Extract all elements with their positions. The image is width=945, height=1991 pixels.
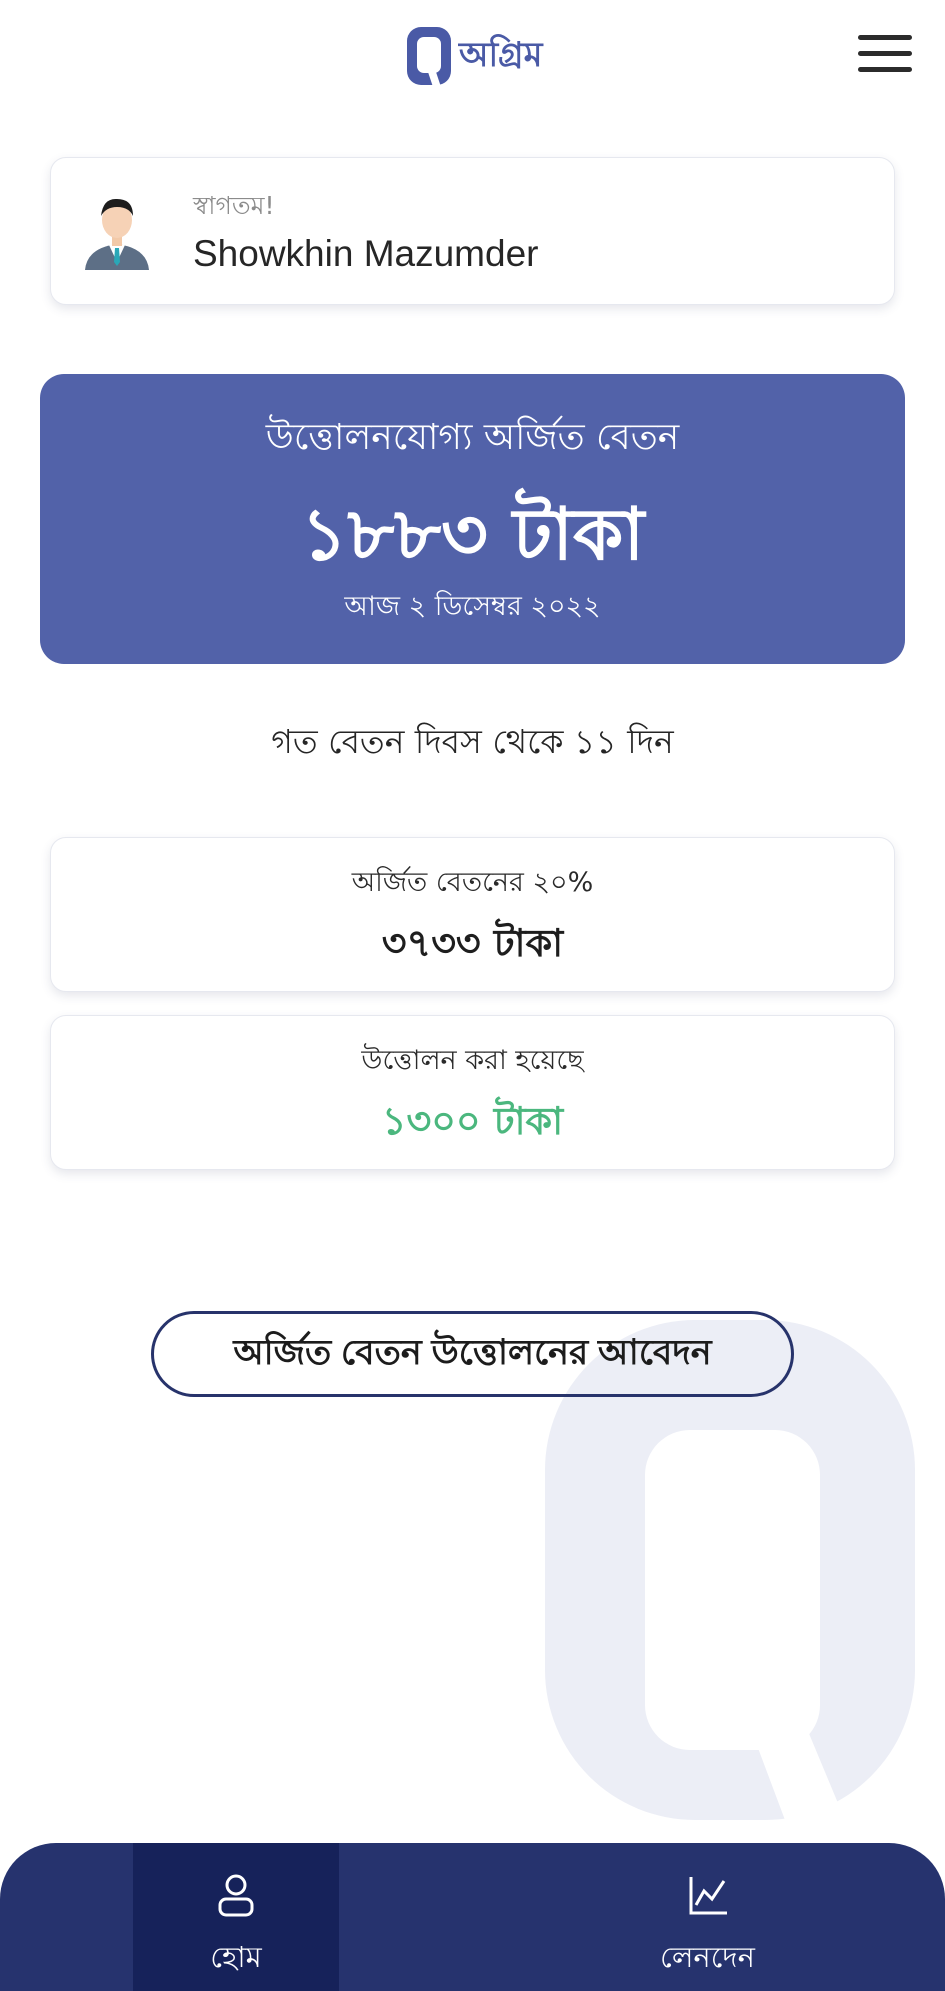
apply-withdrawal-button[interactable]: অর্জিত বেতন উত্তোলনের আবেদন	[151, 1311, 794, 1397]
stat-label: অর্জিত বেতনের ২০%	[351, 867, 594, 898]
stat-card-earned-percent: অর্জিত বেতনের ২০% ৩৭৩৩ টাকা	[50, 837, 895, 992]
stat-card-withdrawn: উত্তোলন করা হয়েছে ১৩০০ টাকা	[50, 1015, 895, 1170]
hamburger-line	[858, 51, 912, 56]
hamburger-line	[858, 67, 912, 72]
app-logo[interactable]: অগ্রিম	[405, 22, 560, 92]
days-since-payday: গত বেতন দিবস থেকে ১১ দিন	[271, 722, 674, 761]
user-avatar-icon	[85, 198, 149, 270]
nav-item-transactions[interactable]: লেনদেন	[605, 1843, 810, 1991]
nav-label-home: হোম	[210, 1940, 262, 1974]
earned-wage-date: আজ ২ ডিসেম্বর ২০২২	[344, 591, 601, 622]
earned-wage-card: উত্তোলনযোগ্য অর্জিত বেতন ১৮৮৩ টাকা আজ ২ …	[40, 374, 905, 664]
logo-mark-icon	[407, 27, 451, 87]
stat-label: উত্তোলন করা হয়েছে	[361, 1045, 584, 1076]
user-icon	[218, 1874, 254, 1917]
top-bar: অগ্রিম	[0, 0, 945, 120]
welcome-greeting: স্বাগতম!	[193, 191, 275, 220]
earned-wage-amount: ১৮৮৩ টাকা	[300, 492, 645, 576]
menu-button[interactable]	[858, 35, 912, 79]
logo-text: অগ্রিম	[459, 34, 543, 75]
user-name: Showkhin Mazumder	[193, 233, 539, 274]
stat-value: ৩৭৩৩ টাকা	[381, 921, 564, 965]
hamburger-menu-icon	[858, 35, 912, 40]
nav-label-transactions: লেনদেন	[660, 1940, 755, 1974]
bottom-nav: হোম লেনদেন	[0, 1843, 945, 1991]
nav-item-home[interactable]: হোম	[133, 1843, 339, 1991]
chart-line-icon	[689, 1877, 727, 1915]
stat-value: ১৩০০ টাকা	[381, 1099, 564, 1143]
welcome-card: স্বাগতম! Showkhin Mazumder	[50, 157, 895, 305]
earned-wage-title: উত্তোলনযোগ্য অর্জিত বেতন	[265, 417, 680, 458]
